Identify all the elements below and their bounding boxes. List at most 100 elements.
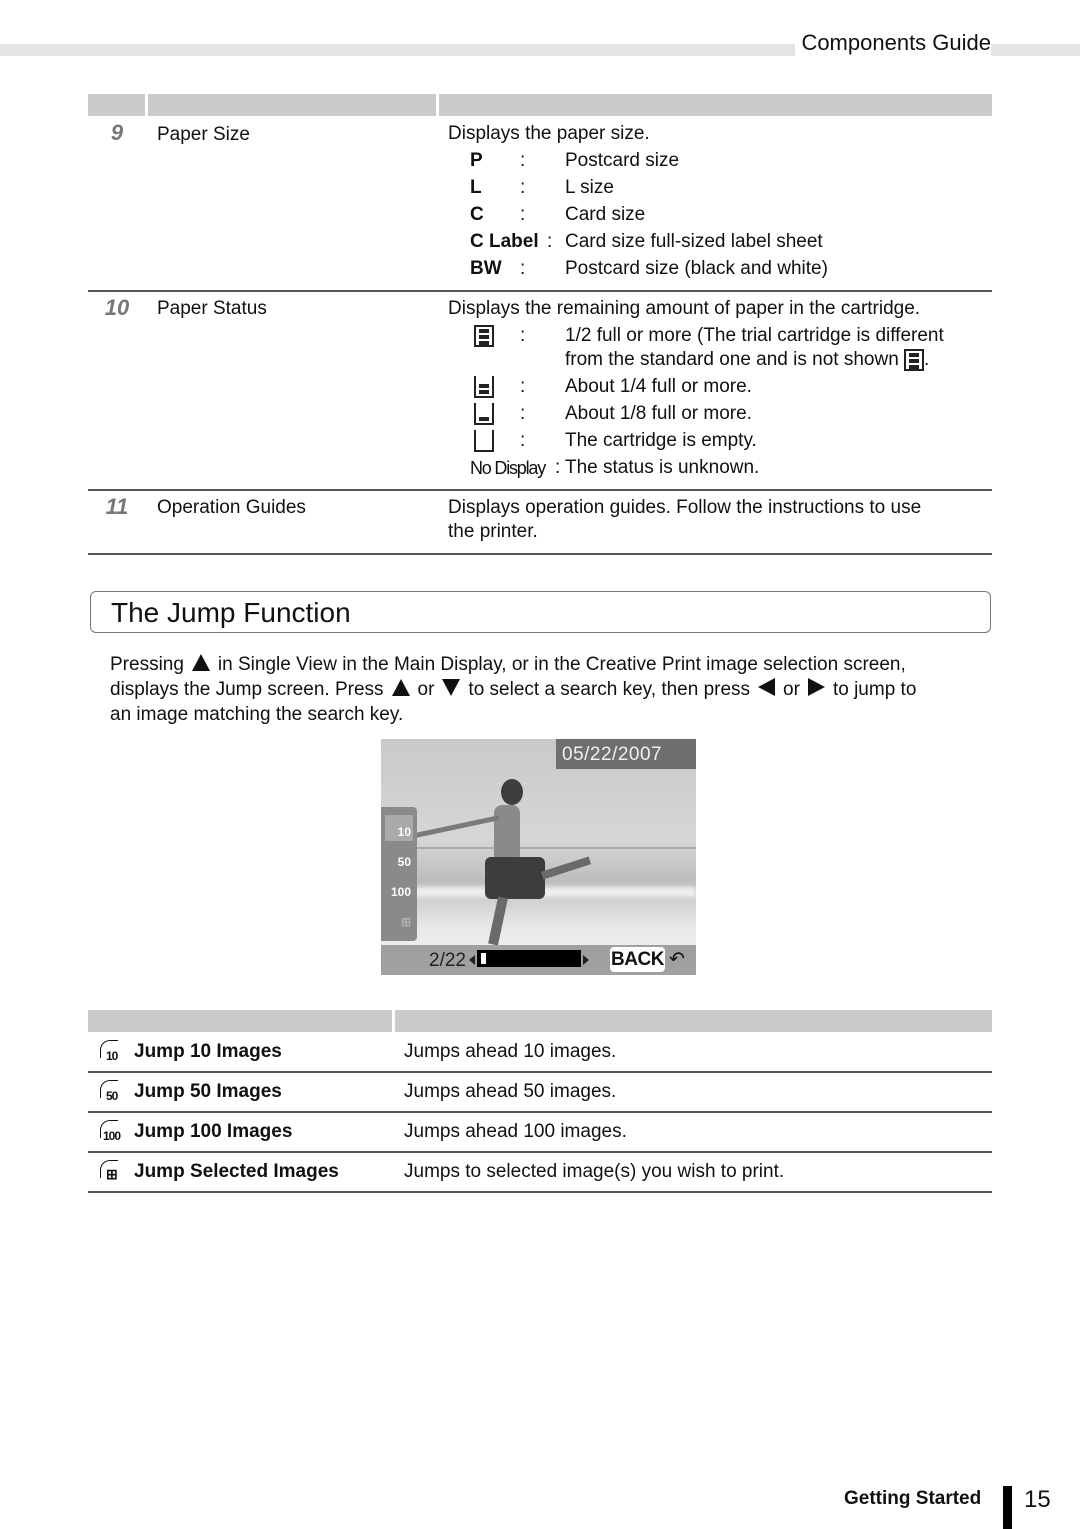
jump-key-name: Jump Selected Images (134, 1161, 339, 1182)
jump-selected-icon: ⊞ (100, 1160, 124, 1184)
photo-date: 05/22/2007 (556, 739, 696, 769)
item-key: C (470, 204, 484, 225)
jump-table-row: 50 Jump 50 Images Jumps ahead 50 images. (88, 1072, 992, 1112)
item-separator: : (547, 231, 553, 252)
jump-key-name: Jump 100 Images (134, 1121, 293, 1142)
item-separator: : (555, 457, 561, 478)
jump-key-description: Jumps ahead 10 images. (404, 1041, 617, 1062)
row-name: Paper Size (157, 124, 250, 145)
page-header-title: Components Guide (795, 30, 991, 56)
paragraph-line: an image matching the search key. (110, 702, 1000, 727)
section-title: The Jump Function (111, 597, 351, 628)
table-header-cell-key (88, 1010, 392, 1032)
item-value: L size (565, 177, 614, 198)
item-key: L (470, 177, 482, 198)
scroll-right-icon[interactable] (583, 955, 589, 965)
table-header-cell-description (439, 94, 992, 116)
item-value: About 1/8 full or more. (565, 403, 752, 424)
jump-50-icon[interactable]: 50 (385, 845, 413, 871)
item-key: BW (470, 258, 502, 279)
jump-selected-icon[interactable]: ⊞ (385, 905, 413, 931)
photo-figure-leg (540, 856, 592, 880)
icon-label: ⊞ (106, 1166, 118, 1182)
jump-table-row: ⊞ Jump Selected Images Jumps to selected… (88, 1152, 992, 1192)
row-name: Operation Guides (157, 497, 306, 518)
paper-level-eighth-icon (474, 402, 494, 426)
jump-key-description: Jumps to selected image(s) you wish to p… (404, 1161, 785, 1182)
icon-label: 50 (106, 1089, 118, 1103)
text: Pressing (110, 654, 184, 675)
row-number: 11 (105, 494, 129, 519)
jump-10-icon[interactable]: 10 (385, 815, 413, 841)
jump-key-name: Jump 50 Images (134, 1081, 282, 1102)
item-value: Card size (565, 204, 646, 225)
icon-label: 100 (103, 1129, 121, 1143)
scroll-left-icon[interactable] (469, 955, 475, 965)
item-key: P (470, 150, 483, 171)
item-value-continued: from the standard one and is not shown . (565, 348, 930, 371)
jump-key-description: Jumps ahead 100 images. (404, 1121, 627, 1142)
horizon-line (381, 847, 696, 849)
page-number: 15 (1024, 1486, 1051, 1513)
paper-level-half-icon (904, 348, 925, 371)
item-separator: : (520, 150, 526, 171)
item-key: C Label (470, 231, 539, 252)
row-number: 10 (104, 295, 130, 320)
image-scrollbar[interactable] (477, 950, 581, 967)
paper-level-half-icon (474, 324, 494, 348)
item-separator: : (520, 403, 526, 424)
up-arrow-icon (391, 679, 410, 696)
right-arrow-icon (807, 678, 825, 696)
item-key: No Display (470, 458, 546, 478)
item-value: 1/2 full or more (The trial cartridge is… (565, 325, 944, 346)
item-value: Postcard size (black and white) (565, 258, 828, 279)
row-description-line2: the printer. (448, 521, 538, 542)
text: to select a search key, then press (468, 679, 751, 700)
photo-figure-shorts (485, 857, 545, 899)
left-arrow-icon (758, 678, 776, 696)
row-divider (88, 290, 992, 292)
jump-100-icon[interactable]: 100 (385, 875, 413, 901)
jump-table-row: 10 Jump 10 Images Jumps ahead 10 images. (88, 1032, 992, 1072)
scrollbar-thumb[interactable] (481, 953, 486, 964)
text: or (417, 679, 435, 700)
row-number: 9 (110, 120, 124, 145)
jump-instructions: Pressing in Single View in the Main Displ… (110, 652, 1000, 727)
paper-level-quarter-icon (474, 375, 494, 399)
item-value: The cartridge is empty. (565, 430, 757, 451)
photo-figure-torso (494, 805, 520, 863)
item-value: Card size full-sized label sheet (565, 231, 823, 252)
item-value: About 1/4 full or more. (565, 376, 752, 397)
item-separator: : (520, 376, 526, 397)
table-header-cell-description (395, 1010, 992, 1032)
row-divider (88, 1191, 992, 1193)
item-separator: : (520, 177, 526, 198)
back-button[interactable]: BACK (610, 947, 665, 972)
text: displays the Jump screen. Press (110, 679, 384, 700)
jump-10-icon: 10 (100, 1040, 124, 1064)
item-separator: : (520, 325, 526, 346)
table-header-cell-number (88, 94, 145, 116)
jump-50-icon: 50 (100, 1080, 124, 1104)
icon-label: 10 (106, 1049, 118, 1063)
down-arrow-icon (442, 679, 461, 696)
jump-key-description: Jumps ahead 50 images. (404, 1081, 617, 1102)
row-description: Displays the remaining amount of paper i… (448, 298, 921, 319)
paragraph-line: displays the Jump screen. Press or to sele… (110, 677, 1000, 702)
jump-key-name: Jump 10 Images (134, 1041, 282, 1062)
photo-figure-leg (488, 896, 508, 946)
row-divider (88, 553, 992, 555)
text: or (783, 679, 800, 700)
item-value: Postcard size (565, 150, 680, 171)
photo-figure-head (501, 779, 523, 805)
footer-section-label: Getting Started (844, 1488, 982, 1509)
text: to jump to (832, 679, 917, 700)
item-value: The status is unknown. (565, 457, 760, 478)
item-separator: : (520, 430, 526, 451)
paragraph-line: Pressing in Single View in the Main Displ… (110, 652, 1000, 677)
photo-figure-arm (415, 815, 500, 838)
row-divider (88, 489, 992, 491)
text: in Single View in the Main Display, or i… (217, 654, 906, 675)
jump-key-panel: 10 50 100 ⊞ (381, 807, 417, 941)
return-arrow-icon: ↶ (669, 949, 685, 970)
